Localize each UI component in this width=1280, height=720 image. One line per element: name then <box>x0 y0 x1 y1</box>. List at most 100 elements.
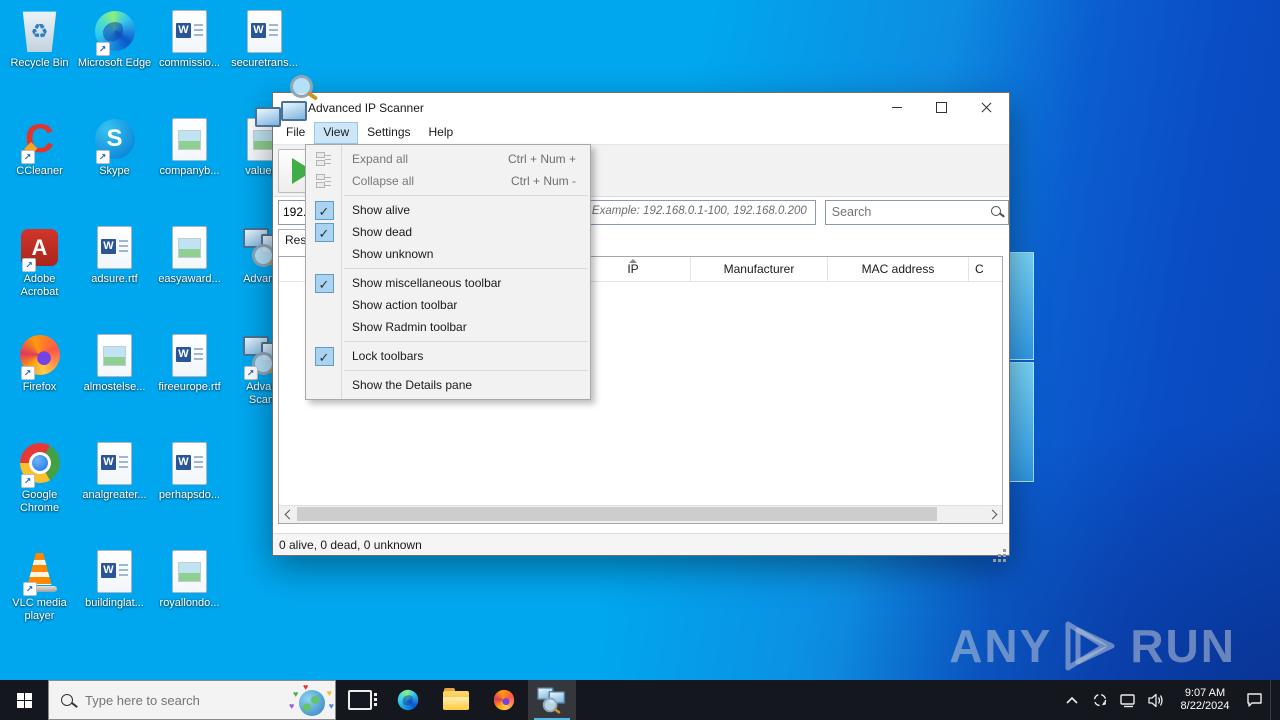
menu-item-lock-toolbars[interactable]: ✓ Lock toolbars <box>306 345 590 367</box>
menu-item-label: Show Radmin toolbar <box>352 320 467 334</box>
desktop-icon-label: Firefox <box>22 381 57 393</box>
desktop-icon-microsoft-edge[interactable]: ↗ Microsoft Edge <box>78 4 152 112</box>
desktop-icon-commissio[interactable]: Wcommissio... <box>153 4 227 112</box>
scroll-right-arrow[interactable] <box>985 506 1002 522</box>
menu-item-label: Show alive <box>352 203 411 217</box>
menu-item-label: Expand all <box>352 152 409 166</box>
scrollbar-thumb[interactable] <box>297 507 937 521</box>
desktop-icon-adobe-acrobat[interactable]: A ↗ Adobe Acrobat <box>3 220 77 328</box>
desktop-icon-royallondo[interactable]: royallondo... <box>153 544 227 652</box>
menu-item-label: Show dead <box>352 225 413 239</box>
desktop-icon-label: royallondo... <box>159 597 220 609</box>
chevron-right-icon <box>987 509 997 519</box>
word-document-icon: W <box>97 441 132 485</box>
menu-settings[interactable]: Settings <box>358 122 419 144</box>
desktop-icon-skype[interactable]: S ↗ Skype <box>78 112 152 220</box>
column-header-ip[interactable]: IP <box>576 257 691 281</box>
desktop-icon-buildinglat[interactable]: Wbuildinglat... <box>78 544 152 652</box>
advanced-ip-scanner-icon <box>537 686 567 715</box>
desktop-icon-companyb[interactable]: companyb... <box>153 112 227 220</box>
desktop-icon-recycle-bin[interactable]: ♻ Recycle Bin <box>3 4 77 112</box>
word-document-icon: W <box>172 9 207 53</box>
menu-item-show-action-toolbar[interactable]: Show action toolbar <box>306 294 590 316</box>
app-window-icon <box>255 74 319 127</box>
menu-item-label: Collapse all <box>352 174 415 188</box>
menu-item-show-alive[interactable]: ✓ Show alive <box>306 199 590 221</box>
taskbar-clock[interactable]: 9:07 AM 8/22/2024 <box>1172 687 1238 713</box>
taskbar-search-input[interactable] <box>83 691 247 709</box>
desktop-icon-firefox[interactable]: ↗ Firefox <box>3 328 77 436</box>
taskbar-app-task-view[interactable] <box>336 680 384 720</box>
image-file-icon <box>172 549 207 593</box>
shortcut-arrow-badge: ↗ <box>22 258 36 272</box>
desktop-icon-easyaward[interactable]: easyaward... <box>153 220 227 328</box>
close-button[interactable] <box>964 93 1009 122</box>
volume-icon[interactable] <box>1144 680 1168 720</box>
search-highlight-globe-icon: ♥ ♥ ♥ ♥ ♥ <box>289 682 334 718</box>
menu-gutter <box>306 243 342 265</box>
desktop-icon-perhapsdo[interactable]: Wperhapsdo... <box>153 436 227 544</box>
desktop-icon-ccleaner[interactable]: C ↗ CCleaner <box>3 112 77 220</box>
clock-time: 9:07 AM <box>1184 687 1226 699</box>
taskbar-app-advanced-ip-scanner[interactable] <box>528 680 576 720</box>
checkmark-icon: ✓ <box>306 221 342 243</box>
menu-gutter <box>306 294 342 316</box>
taskbar: ♥ ♥ ♥ ♥ ♥ 9:07 AM 8/22/2024 <box>0 680 1280 720</box>
horizontal-scrollbar[interactable] <box>279 505 1002 523</box>
menu-help[interactable]: Help <box>420 122 463 144</box>
shortcut-arrow-badge: ↗ <box>243 366 258 380</box>
menu-separator <box>344 341 588 342</box>
menu-item-collapse-all[interactable]: Collapse all Ctrl + Num - <box>306 170 590 192</box>
column-header-c[interactable]: C <box>969 257 1002 281</box>
menu-item-show-unknown[interactable]: Show unknown <box>306 243 590 265</box>
desktop-icon-vlc-media-player[interactable]: ↗ VLC media player <box>3 544 77 652</box>
action-center-icon[interactable] <box>1242 680 1266 720</box>
desktop: ANY RUN ♻ Recycle Bin ↗ Microsoft Edge Wcomm… <box>0 0 1280 720</box>
heart-icon: ♥ <box>303 682 309 692</box>
shortcut-arrow-badge: ↗ <box>20 150 35 164</box>
column-header-manufacturer[interactable]: Manufacturer <box>691 257 828 281</box>
taskbar-app-firefox[interactable] <box>480 680 528 720</box>
taskbar-search-box[interactable]: ♥ ♥ ♥ ♥ ♥ <box>48 680 336 720</box>
menu-gutter <box>306 374 342 396</box>
show-desktop-button[interactable] <box>1270 680 1276 720</box>
maximize-button[interactable] <box>919 93 964 122</box>
hidden-icons-chevron[interactable] <box>1060 680 1084 720</box>
tray-status-icon[interactable] <box>1088 680 1112 720</box>
desktop-icon-fireeurope-rtf[interactable]: Wfireeurope.rtf <box>153 328 227 436</box>
minimize-button[interactable] <box>874 93 919 122</box>
desktop-icon-almostelse[interactable]: almostelse... <box>78 328 152 436</box>
menu-item-label: Show action toolbar <box>352 298 458 312</box>
menu-item-shortcut: Ctrl + Num + <box>507 152 576 166</box>
menu-view[interactable]: View <box>314 122 359 144</box>
scroll-left-arrow[interactable] <box>279 506 296 522</box>
resize-grip[interactable] <box>1003 549 1006 552</box>
sort-ascending-icon <box>629 259 637 263</box>
menu-item-label: Show unknown <box>352 247 434 261</box>
column-header-mac-address[interactable]: MAC address <box>828 257 969 281</box>
menu-item-show-radmin-toolbar[interactable]: Show Radmin toolbar <box>306 316 590 338</box>
image-file-icon <box>97 333 132 377</box>
checkmark-icon: ✓ <box>306 345 342 367</box>
menu-item-show-miscellaneous-toolbar[interactable]: ✓ Show miscellaneous toolbar <box>306 272 590 294</box>
network-icon[interactable] <box>1116 680 1140 720</box>
word-document-icon: W <box>247 9 282 53</box>
start-button[interactable] <box>0 680 48 720</box>
desktop-icon-google-chrome[interactable]: ↗ Google Chrome <box>3 436 77 544</box>
menu-item-show-dead[interactable]: ✓ Show dead <box>306 221 590 243</box>
shortcut-arrow-badge: ↗ <box>95 150 110 164</box>
menu-item-expand-all[interactable]: Expand all Ctrl + Num + <box>306 148 590 170</box>
taskbar-app-microsoft-edge[interactable] <box>384 680 432 720</box>
taskbar-app-file-explorer[interactable] <box>432 680 480 720</box>
column-header-label: MAC address <box>861 262 935 276</box>
shortcut-arrow-badge: ↗ <box>20 366 35 380</box>
word-document-icon: W <box>97 549 132 593</box>
maximize-icon <box>936 102 947 113</box>
search-input[interactable] <box>825 200 1008 224</box>
desktop-icon-adsure-rtf[interactable]: Wadsure.rtf <box>78 220 152 328</box>
desktop-icon-analgreater[interactable]: Wanalgreater... <box>78 436 152 544</box>
menu-item-show-the-details-pane[interactable]: Show the Details pane <box>306 374 590 396</box>
menu-file[interactable]: File <box>277 122 314 144</box>
checkmark-icon: ✓ <box>306 272 342 294</box>
title-bar[interactable]: Advanced IP Scanner <box>255 74 1009 127</box>
